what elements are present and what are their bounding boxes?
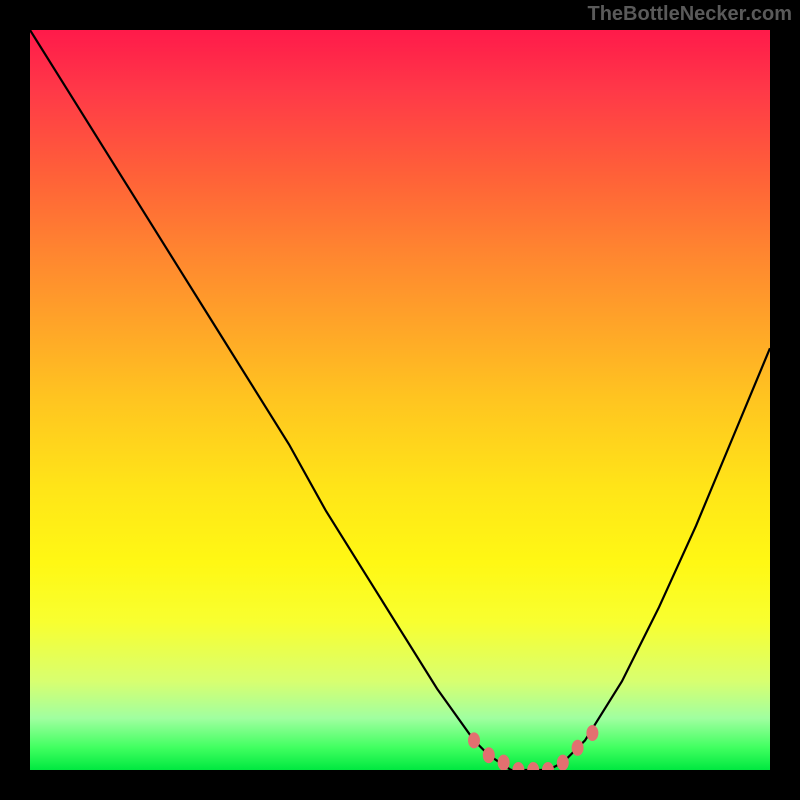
plot-area: [30, 30, 770, 770]
chart-svg: [30, 30, 770, 770]
optimal-marker: [586, 725, 598, 741]
watermark-text: TheBottleNecker.com: [587, 3, 792, 26]
optimal-marker: [468, 732, 480, 748]
optimal-marker: [498, 755, 510, 770]
optimal-markers: [468, 725, 598, 770]
optimal-marker: [483, 747, 495, 763]
optimal-marker: [572, 740, 584, 756]
optimal-marker: [542, 762, 554, 770]
bottleneck-curve: [30, 30, 770, 770]
optimal-marker: [512, 762, 524, 770]
optimal-marker: [557, 755, 569, 770]
optimal-marker: [527, 762, 539, 770]
